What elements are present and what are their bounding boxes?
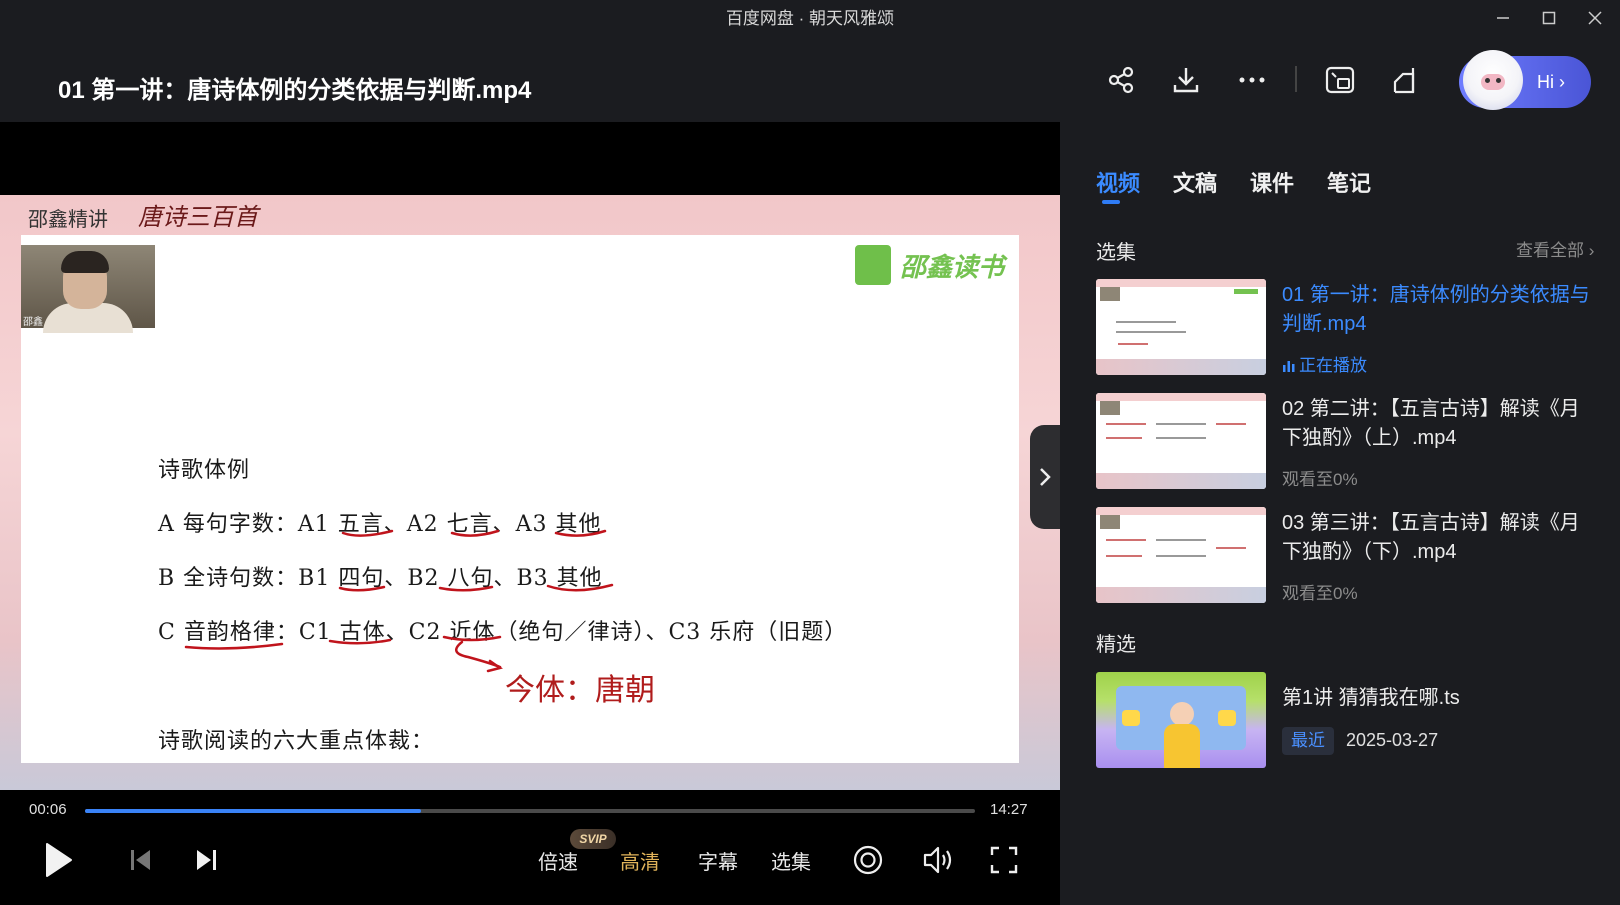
previous-icon [131, 850, 150, 870]
header-divider [1295, 66, 1297, 92]
picture-in-picture-icon [1325, 66, 1355, 94]
featured-date: 2025-03-27 [1346, 730, 1439, 750]
next-slide-arrow[interactable] [1030, 425, 1060, 529]
picture-in-picture-button[interactable] [1318, 58, 1362, 102]
screenshot-icon [853, 845, 883, 875]
download-icon [1173, 68, 1199, 93]
close-button[interactable] [1572, 0, 1618, 36]
assistant-hi-button[interactable]: Hi › [1459, 50, 1591, 110]
minimize-icon [1497, 17, 1509, 19]
episode-title: 03 第三讲：【五言古诗】解读《月下独酌》（下）.mp4 [1282, 512, 1580, 563]
side-panel: 视频 文稿 课件 笔记 选集 查看全部 › 01 第一讲：唐诗体例的分类依据与判… [1060, 122, 1620, 905]
featured-thumbnail [1096, 672, 1266, 768]
tab-video[interactable]: 视频 [1096, 166, 1140, 198]
window-mode-button[interactable] [1383, 58, 1427, 102]
tab-courseware[interactable]: 课件 [1250, 166, 1294, 198]
share-button[interactable] [1099, 58, 1143, 102]
assistant-hi-label: Hi › [1537, 72, 1565, 92]
episode-item-2[interactable]: 02 第二讲：【五言古诗】解读《月下独酌》（上）.mp4 观看至0% [1096, 393, 1606, 489]
total-time: 14:27 [990, 801, 1028, 818]
video-frame: 邵鑫精讲 唐诗三百首 邵鑫 邵鑫读书 诗歌体例 A 每句字数：A1 五言、A2 … [0, 195, 1060, 790]
episode-status: 观看至0% [1282, 584, 1358, 603]
screenshot-button[interactable] [846, 838, 890, 882]
maximize-icon [1542, 11, 1556, 25]
annotation-text: 今体：唐朝 [505, 674, 655, 707]
chevron-right-icon [1040, 468, 1051, 486]
play-button[interactable] [36, 838, 80, 882]
minimize-button[interactable] [1480, 0, 1526, 36]
play-icon [46, 843, 72, 877]
subtitle-button[interactable]: 字幕 [694, 838, 742, 882]
download-button[interactable] [1164, 58, 1208, 102]
episode-thumbnail [1096, 279, 1266, 375]
title-bar: 百度网盘 · 朝天风雅颂 [0, 0, 1620, 36]
video-file-title: 01 第一讲：唐诗体例的分类依据与判断.mp4 [58, 77, 532, 104]
progress-bar[interactable] [85, 809, 975, 813]
episode-status-text: 正在播放 [1299, 356, 1367, 375]
fullscreen-icon [990, 846, 1018, 874]
share-icon [1108, 66, 1134, 94]
episode-title: 02 第二讲：【五言古诗】解读《月下独酌》（上）.mp4 [1282, 398, 1580, 449]
volume-icon [923, 846, 952, 874]
assistant-avatar [1463, 50, 1523, 110]
episode-status: 观看至0% [1282, 470, 1358, 489]
view-all-link[interactable]: 查看全部 › [1516, 236, 1594, 261]
episode-thumbnail [1096, 393, 1266, 489]
maximize-button[interactable] [1526, 0, 1572, 36]
episode-item-3[interactable]: 03 第三讲：【五言古诗】解读《月下独酌》（下）.mp4 观看至0% [1096, 507, 1606, 603]
fullscreen-button[interactable] [982, 838, 1026, 882]
previous-button[interactable] [121, 838, 161, 882]
episodes-section-title: 选集 [1096, 242, 1136, 264]
more-icon [1239, 77, 1265, 83]
svip-badge: SVIP [570, 829, 616, 849]
active-tab-indicator [1102, 200, 1120, 204]
volume-button[interactable] [916, 838, 960, 882]
episode-status: 正在播放 [1282, 351, 1367, 376]
playing-bars-icon [1283, 361, 1295, 372]
app-title: 百度网盘 · 朝天风雅颂 [725, 9, 895, 28]
tab-transcript[interactable]: 文稿 [1173, 166, 1217, 198]
episode-thumbnail [1096, 507, 1266, 603]
featured-item[interactable]: 第1讲 猜猜我在哪.ts 最近 2025-03-27 [1096, 672, 1606, 768]
featured-section-title: 精选 [1096, 634, 1136, 656]
featured-title: 第1讲 猜猜我在哪.ts [1282, 687, 1460, 709]
close-icon [1588, 11, 1602, 25]
progress-fill [85, 809, 422, 813]
next-icon [197, 850, 216, 870]
window-mode-icon [1393, 68, 1415, 94]
recent-badge: 最近 [1282, 727, 1334, 755]
next-button[interactable] [186, 838, 226, 882]
more-button[interactable] [1230, 58, 1274, 102]
quality-button[interactable]: 高清 [616, 838, 664, 882]
episode-item-1[interactable]: 01 第一讲：唐诗体例的分类依据与判断.mp4 正在播放 [1096, 279, 1606, 375]
episodes-button[interactable]: 选集 [766, 838, 816, 882]
current-time: 00:06 [29, 801, 67, 818]
episode-title: 01 第一讲：唐诗体例的分类依据与判断.mp4 [1282, 284, 1590, 335]
tab-notes[interactable]: 笔记 [1327, 166, 1371, 198]
